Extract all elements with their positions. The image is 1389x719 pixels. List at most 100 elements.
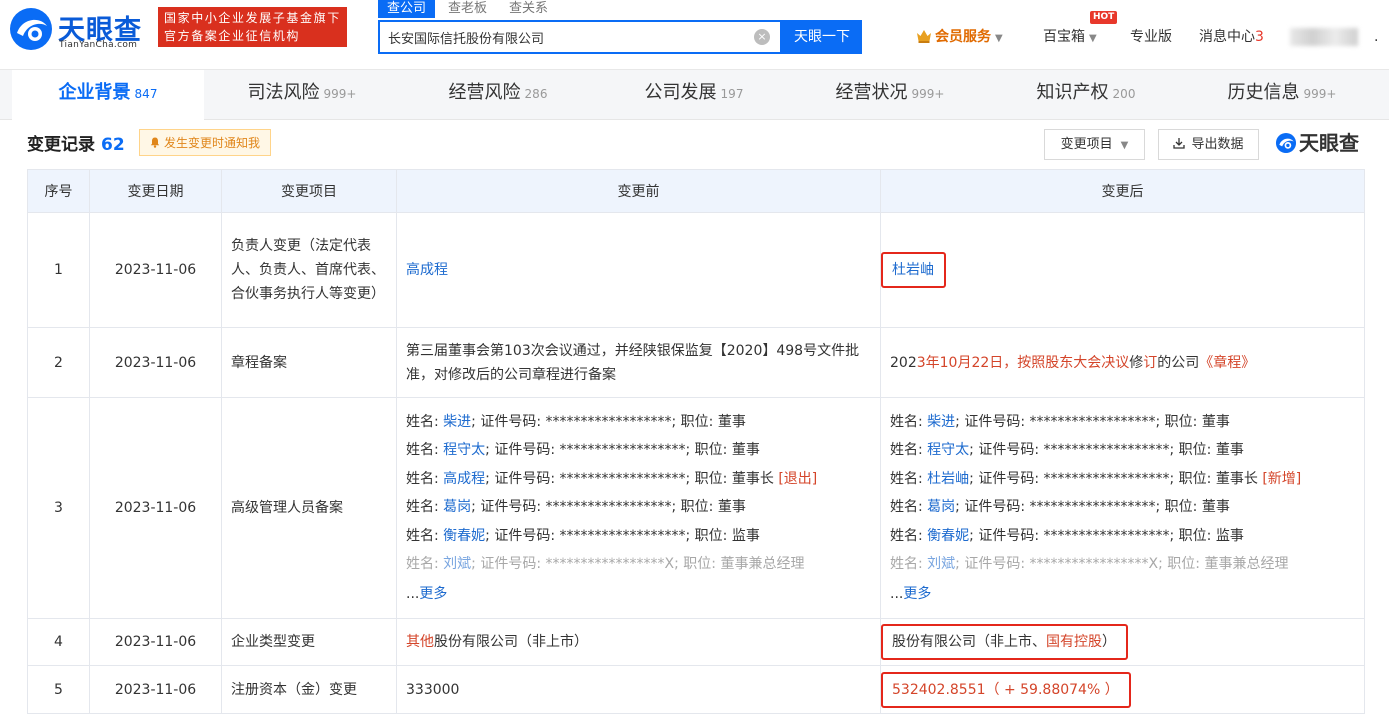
message-center-link[interactable]: 消息中心3 [1199, 26, 1264, 48]
label-name: 姓名: [406, 442, 444, 458]
watermark-text: 天眼查 [1299, 131, 1359, 155]
masked-id: *****************X [545, 556, 675, 572]
vip-service-menu[interactable]: 会员服务 ▼ [916, 26, 1003, 48]
masked-id: ****************** [545, 413, 672, 430]
label-id: ; 证件号码: [471, 413, 546, 430]
highlight-box: 股份有限公司（非上市、国有控股） [881, 624, 1128, 660]
label-name: 姓名: [406, 556, 444, 572]
person-link[interactable]: 刘斌 [927, 556, 955, 572]
gov-badge: 国家中小企业发展子基金旗下 官方备案企业征信机构 [158, 7, 347, 47]
person-link[interactable]: 高成程 [406, 262, 448, 278]
more-link[interactable]: ...更多 [890, 579, 1355, 609]
treasure-label: 百宝箱 [1043, 29, 1085, 45]
search-tab-boss[interactable]: 查老板 [448, 0, 487, 18]
tab-count: 999+ [1303, 87, 1337, 101]
search-tab-relation[interactable]: 查关系 [509, 0, 548, 18]
column-header-before: 变更前 [396, 169, 881, 213]
row-item: 注册资本（金）变更 [221, 665, 397, 714]
clear-icon[interactable]: × [754, 29, 770, 45]
person-link[interactable]: 高成程 [443, 471, 485, 487]
tab-company-background[interactable]: 企业背景 847 [12, 70, 204, 120]
status-badge-exit: [退出] [778, 470, 818, 487]
chevron-down-icon: ▼ [1120, 140, 1129, 151]
tab-intellectual-property[interactable]: 知识产权 200 [988, 70, 1184, 120]
table-row: 3 2023-11-06 高级管理人员备案 姓名: 柴进; 证件号码: ****… [27, 397, 1365, 619]
position-value: 董事长 [1215, 470, 1258, 487]
column-header-date: 变更日期 [89, 169, 222, 213]
table-row: 2 2023-11-06 章程备案 第三届董事会第103次会议通过，并经陕银保监… [27, 327, 1365, 398]
label-id: ; 证件号码: [955, 499, 1030, 515]
row-date: 2023-11-06 [89, 618, 222, 666]
list-item: 姓名: 刘斌; 证件号码: *****************X; 职位: 董事… [406, 550, 871, 579]
message-center-label: 消息中心 [1199, 29, 1255, 45]
label-name: 姓名: [890, 470, 928, 487]
change-item-filter[interactable]: 变更项目 ▼ [1044, 129, 1145, 160]
avatar[interactable] [1290, 28, 1358, 46]
logo-subtitle: TianYanCha.com [59, 40, 138, 50]
vip-label: 会员服务 [935, 29, 991, 45]
treasure-box-menu[interactable]: 百宝箱 ▼ [1043, 26, 1097, 48]
more-prefix: ... [890, 585, 904, 602]
masked-id: ****************** [1043, 470, 1170, 487]
export-data-button[interactable]: 导出数据 [1158, 129, 1259, 160]
pro-version-link[interactable]: 专业版 [1130, 26, 1172, 48]
label-name: 姓名: [890, 527, 928, 544]
tab-label: 司法风险 [247, 82, 320, 103]
label-position: ; 职位: [1158, 556, 1205, 572]
person-link[interactable]: 衡春妮 [443, 528, 485, 544]
person-link[interactable]: 柴进 [443, 414, 471, 430]
label-position: ; 职位: [1169, 470, 1216, 487]
notify-on-change-button[interactable]: 发生变更时通知我 [139, 129, 272, 156]
label-id: ; 证件号码: [969, 442, 1044, 458]
label-position: ; 职位: [671, 499, 718, 515]
more-prefix: ... [406, 585, 420, 602]
person-link[interactable]: 杜岩岫 [927, 471, 969, 487]
export-label: 导出数据 [1191, 137, 1244, 152]
tab-label: 公司发展 [644, 82, 717, 103]
person-link[interactable]: 刘斌 [443, 556, 471, 572]
position-value: 董事 [731, 442, 760, 458]
more-link[interactable]: ...更多 [406, 579, 871, 609]
label-id: ; 证件号码: [471, 499, 546, 515]
person-link[interactable]: 程守太 [927, 442, 969, 458]
filter-label: 变更项目 [1060, 137, 1113, 152]
label-name: 姓名: [890, 499, 928, 515]
column-header-no: 序号 [27, 169, 90, 213]
row-before: 高成程 [396, 212, 881, 328]
person-link[interactable]: 杜岩岫 [892, 262, 934, 278]
masked-id: ****************** [545, 499, 672, 515]
tab-label: 历史信息 [1227, 82, 1300, 103]
tab-operating-risk[interactable]: 经营风险 286 [400, 70, 596, 120]
masked-id: *****************X [1029, 556, 1159, 572]
row-before: 姓名: 柴进; 证件号码: ******************; 职位: 董事… [396, 397, 881, 619]
person-link[interactable]: 葛岗 [927, 499, 955, 515]
tab-count: 286 [524, 87, 548, 101]
logo[interactable]: 天眼查 TianYanCha.com [8, 6, 150, 54]
tab-history[interactable]: 历史信息 999+ [1184, 70, 1380, 120]
list-item: 姓名: 葛岗; 证件号码: ******************; 职位: 董事 [890, 493, 1355, 522]
user-menu-dot[interactable]: . [1374, 26, 1378, 48]
masked-id: ****************** [559, 527, 686, 544]
person-link[interactable]: 衡春妮 [927, 528, 969, 544]
notify-label: 发生变更时通知我 [164, 136, 261, 150]
masked-id: ****************** [1043, 527, 1170, 544]
person-link[interactable]: 柴进 [927, 414, 955, 430]
search-input[interactable] [380, 22, 750, 52]
person-link[interactable]: 程守太 [443, 442, 485, 458]
row-item: 高级管理人员备案 [221, 397, 397, 619]
label-name: 姓名: [406, 527, 444, 544]
tab-company-development[interactable]: 公司发展 197 [596, 70, 792, 120]
after-changed-text: 《章程》 [1199, 354, 1256, 371]
search-tab-company[interactable]: 查公司 [378, 0, 436, 18]
after-changed-text: 国有控股 [1046, 634, 1102, 650]
search-box: × [378, 20, 782, 54]
tab-operating-status[interactable]: 经营状况 999+ [792, 70, 988, 120]
person-link[interactable]: 葛岗 [443, 499, 471, 515]
tab-count: 847 [134, 87, 158, 101]
label-id: ; 证件号码: [955, 556, 1030, 572]
position-value: 董事 [1201, 413, 1230, 430]
tab-legal-risk[interactable]: 司法风险 999+ [204, 70, 400, 120]
after-changed-text: 订 [1143, 354, 1158, 371]
search-button[interactable]: 天眼一下 [782, 20, 862, 54]
label-position: ; 职位: [674, 556, 721, 572]
